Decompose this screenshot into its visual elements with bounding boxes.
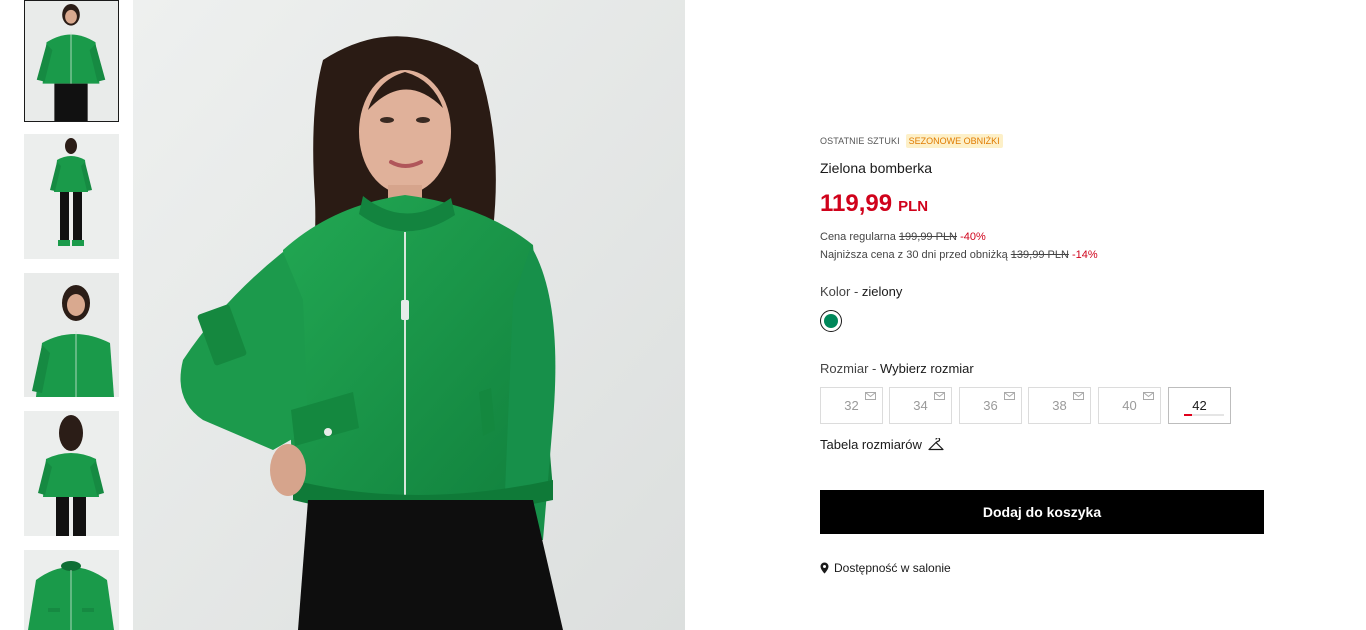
size-option-32[interactable]: 32: [820, 387, 883, 424]
size-option-42[interactable]: 42: [1168, 387, 1231, 424]
size-option-label: 36: [983, 398, 998, 413]
thumbnail-1[interactable]: [24, 0, 119, 122]
size-option-label: 38: [1052, 398, 1067, 413]
product-page: OSTATNIE SZTUKI SEZONOWE OBNIŻKI Zielona…: [0, 0, 1366, 630]
regular-price: 199,99 PLN: [898, 231, 958, 243]
notify-mail-icon: [1004, 392, 1015, 400]
low-stock-indicator: [1184, 414, 1224, 416]
notify-mail-icon: [1073, 392, 1084, 400]
size-value: Wybierz rozmiar: [879, 361, 974, 376]
size-option-34[interactable]: 34: [889, 387, 952, 424]
notify-mail-icon: [865, 392, 876, 400]
store-availability-label: Dostępność w salonie: [834, 561, 951, 575]
thumbnail-4[interactable]: [24, 411, 119, 536]
regular-discount: -40%: [960, 231, 986, 243]
product-details-panel: OSTATNIE SZTUKI SEZONOWE OBNIŻKI Zielona…: [820, 0, 1264, 630]
seasonal-sale-badge: SEZONOWE OBNIŻKI: [905, 134, 1003, 148]
size-chart-link[interactable]: Tabela rozmiarów: [820, 437, 944, 452]
location-pin-icon: [820, 562, 829, 574]
regular-price-label: Cena regularna: [820, 231, 896, 243]
notify-mail-icon: [934, 392, 945, 400]
size-option-38[interactable]: 38: [1028, 387, 1091, 424]
color-label: Kolor - zielony: [820, 284, 902, 299]
price-currency: PLN: [898, 198, 929, 215]
add-to-cart-button[interactable]: Dodaj do koszyka: [820, 490, 1264, 534]
hanger-icon: [928, 438, 944, 451]
lowest-price-line: Najniższa cena z 30 dni przed obniżką 13…: [820, 249, 1098, 261]
last-items-badge: OSTATNIE SZTUKI: [820, 136, 900, 146]
color-swatch-fill: [824, 314, 838, 328]
thumbnail-2[interactable]: [24, 134, 119, 259]
size-chart-label: Tabela rozmiarów: [820, 437, 922, 452]
thumbnail-3[interactable]: [24, 273, 119, 397]
main-product-image[interactable]: [133, 0, 685, 630]
size-option-40[interactable]: 40: [1098, 387, 1161, 424]
lowest-price: 139,99 PLN: [1010, 249, 1069, 261]
size-option-label: 34: [913, 398, 928, 413]
color-swatch-green[interactable]: [820, 310, 842, 332]
low-stock-indicator-fill: [1184, 414, 1192, 416]
badges: OSTATNIE SZTUKI SEZONOWE OBNIŻKI: [820, 134, 1003, 148]
color-label-prefix: Kolor -: [820, 284, 862, 299]
size-label-prefix: Rozmiar -: [820, 361, 880, 376]
thumbnail-5[interactable]: [24, 550, 119, 630]
product-price: 119,99 PLN: [820, 190, 928, 218]
size-option-label: 42: [1192, 398, 1207, 413]
size-option-label: 32: [844, 398, 859, 413]
size-label: Rozmiar - Wybierz rozmiar: [820, 361, 974, 376]
notify-mail-icon: [1143, 392, 1154, 400]
product-title: Zielona bomberka: [820, 160, 933, 176]
store-availability-link[interactable]: Dostępność w salonie: [820, 561, 951, 575]
color-value: zielony: [861, 284, 903, 299]
size-option-label: 40: [1122, 398, 1137, 413]
regular-price-line: Cena regularna 199,99 PLN -40%: [820, 231, 986, 243]
price-value: 119,99: [820, 190, 893, 217]
lowest-price-label: Najniższa cena z 30 dni przed obniżką: [820, 249, 1008, 261]
size-option-36[interactable]: 36: [959, 387, 1022, 424]
lowest-discount: -14%: [1071, 249, 1098, 261]
